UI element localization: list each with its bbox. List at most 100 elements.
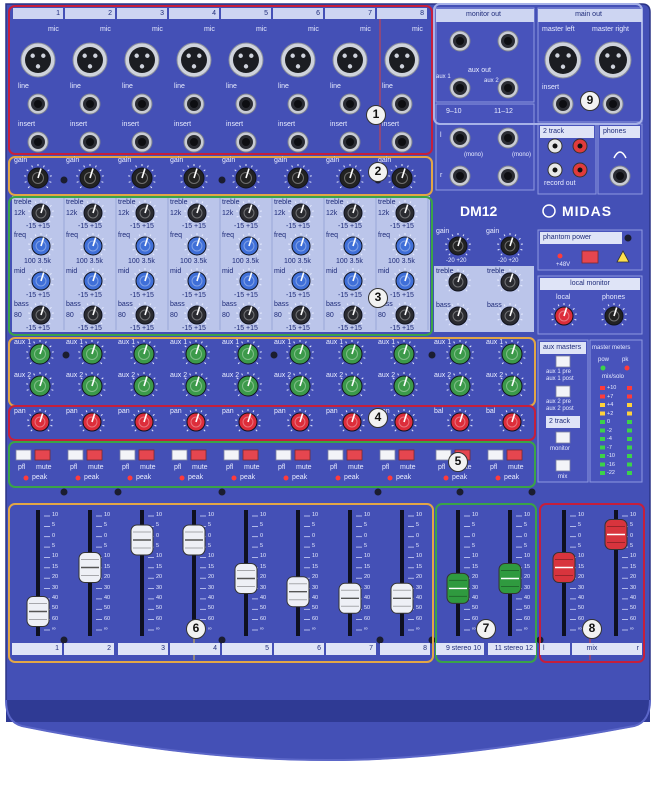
insert-label: insert bbox=[70, 121, 88, 128]
peak-label: peak bbox=[136, 474, 152, 481]
fader-scale-label: 20 bbox=[208, 574, 215, 581]
pfl-label: pfl bbox=[490, 464, 498, 471]
main-out-header: main out bbox=[538, 9, 642, 22]
fader-scale-label: 5 bbox=[578, 543, 582, 550]
fader-scale-label: 10 bbox=[156, 512, 163, 518]
pan-label: pan bbox=[14, 408, 26, 415]
fader-scale-label: 5 bbox=[156, 522, 160, 529]
aux2-label: aux 2 bbox=[66, 372, 84, 379]
treble-range-label: -15 +15 bbox=[182, 223, 206, 230]
meter-scale-label: -7 bbox=[607, 444, 612, 451]
fader-scale-label: 30 bbox=[472, 584, 479, 591]
phones-header: phones bbox=[600, 126, 640, 138]
fader-scale-label: 0 bbox=[156, 532, 160, 539]
mid-label: mid bbox=[118, 268, 130, 275]
fader-scale-label: 15 bbox=[52, 563, 59, 570]
insert-label: insert bbox=[122, 121, 140, 128]
treble-range-label: -15 +15 bbox=[26, 223, 50, 230]
master-meters-label: master meters bbox=[592, 345, 631, 351]
mid-label: mid bbox=[378, 268, 390, 275]
fader-scale-label: 30 bbox=[524, 584, 531, 591]
fader-label-12: mix bbox=[572, 643, 612, 655]
mid-label: mid bbox=[222, 268, 234, 275]
aux2-label: aux 2 bbox=[222, 372, 240, 379]
master-left-label: master left bbox=[542, 26, 575, 33]
record-out-label: record out bbox=[544, 180, 576, 187]
aux2-label: aux 2 bbox=[274, 372, 292, 379]
aux1-label: aux 1 bbox=[486, 339, 504, 346]
fader-scale-label: 50 bbox=[312, 605, 319, 612]
insert-label: insert bbox=[542, 84, 560, 91]
bass-freq-label: 80 bbox=[170, 312, 178, 319]
aux-out-label: aux out bbox=[468, 67, 491, 74]
fader-scale-label: 0 bbox=[416, 532, 420, 539]
bass-freq-label: 80 bbox=[378, 312, 386, 319]
mid-label: mid bbox=[14, 268, 26, 275]
fader-scale-label: 20 bbox=[312, 574, 319, 581]
pfl-label: pfl bbox=[122, 464, 130, 471]
mute-label: mute bbox=[296, 464, 312, 471]
fader-scale-label: 15 bbox=[208, 563, 215, 570]
fader-scale-label: 50 bbox=[208, 605, 215, 612]
fader-scale-label: 10 bbox=[52, 553, 59, 560]
fader-scale-label: 20 bbox=[104, 574, 111, 581]
fader-scale-label: 10 bbox=[52, 512, 59, 518]
pow-label: pow bbox=[598, 357, 610, 363]
callout-1: 1 bbox=[366, 105, 386, 125]
pan-label: pan bbox=[326, 408, 338, 415]
fader-scale-label: 10 bbox=[312, 553, 319, 560]
callout-2: 2 bbox=[368, 162, 388, 182]
fader-scale-label: 10 bbox=[630, 553, 637, 560]
mute-label: mute bbox=[400, 464, 416, 471]
callout-9: 9 bbox=[580, 91, 600, 111]
fader-scale-label: 60 bbox=[524, 615, 531, 622]
mix-label: mix bbox=[558, 474, 568, 480]
fader-scale-label: 5 bbox=[52, 522, 56, 529]
mid-range-label: -15 +15 bbox=[78, 292, 102, 299]
fader-scale-label: 5 bbox=[312, 522, 316, 529]
aux2-label: aux 2 bbox=[14, 372, 32, 379]
pfl-label: pfl bbox=[70, 464, 78, 471]
fader-scale-label: 30 bbox=[104, 584, 111, 591]
gain-label: gain bbox=[170, 157, 184, 164]
pfl-label: pfl bbox=[382, 464, 390, 471]
treble-label: treble bbox=[14, 199, 32, 206]
fader-scale-label: 10 bbox=[630, 512, 637, 518]
channel-number-2: 2 bbox=[65, 8, 115, 19]
fader-scale-label: 40 bbox=[156, 594, 163, 601]
fader-scale-label: 40 bbox=[524, 594, 531, 601]
treble-label: treble bbox=[118, 199, 136, 206]
fader-scale-label: 40 bbox=[578, 594, 585, 601]
mute-label: mute bbox=[88, 464, 104, 471]
fader-scale-label: 10 bbox=[578, 553, 585, 560]
fader-label-6: 6 bbox=[274, 643, 324, 655]
fader-scale-label: 30 bbox=[416, 584, 423, 591]
fader-scale-label: ∞ bbox=[524, 626, 528, 632]
fader-scale-label: 15 bbox=[472, 563, 479, 570]
fader-scale-label: 5 bbox=[104, 543, 108, 550]
bass-freq-label: 80 bbox=[222, 312, 230, 319]
mute-label: mute bbox=[140, 464, 156, 471]
stereo-11-12-label: 11–12 bbox=[494, 108, 513, 115]
fader-scale-label: 20 bbox=[156, 574, 163, 581]
fader-scale-label: 10 bbox=[524, 553, 531, 560]
fader-scale-label: 50 bbox=[104, 605, 111, 612]
bass-freq-label: 80 bbox=[118, 312, 126, 319]
fader-label-10: 11 stereo 12 bbox=[488, 643, 536, 655]
mid-label: mid bbox=[326, 268, 338, 275]
callout-5: 5 bbox=[448, 452, 468, 472]
meter-scale-label: -2 bbox=[607, 427, 612, 434]
insert-label: insert bbox=[330, 121, 348, 128]
two-track-header: 2 track bbox=[540, 126, 594, 138]
peak-label: peak bbox=[292, 474, 308, 481]
fader-scale-label: 20 bbox=[630, 574, 637, 581]
fader-scale-label: 60 bbox=[208, 615, 215, 622]
fader-scale-label: 15 bbox=[104, 563, 111, 570]
freq-label: freq bbox=[118, 232, 131, 239]
peak-label: peak bbox=[84, 474, 100, 481]
fader-scale-label: 40 bbox=[208, 594, 215, 601]
fader-scale-label: 5 bbox=[260, 522, 264, 529]
mute-label: mute bbox=[36, 464, 52, 471]
treble-label: treble bbox=[222, 199, 240, 206]
fader-scale-label: ∞ bbox=[312, 626, 316, 632]
